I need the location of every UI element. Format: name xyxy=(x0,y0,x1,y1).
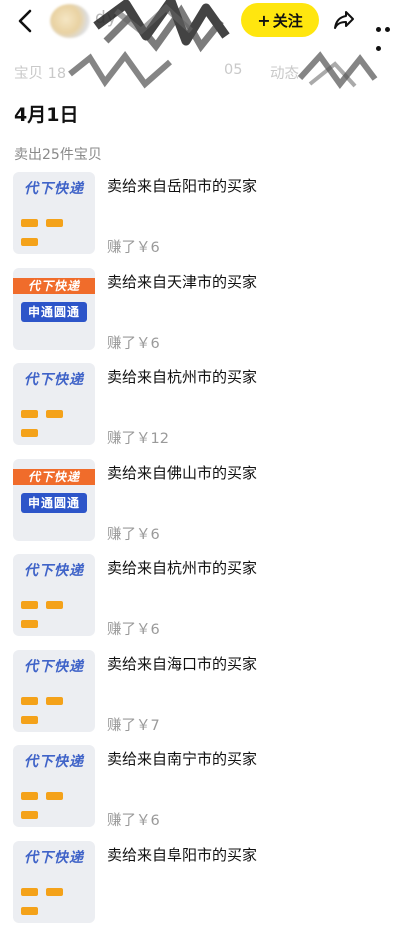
plus-icon: + xyxy=(257,11,270,30)
item-earned: 赚了￥7 xyxy=(107,714,160,735)
thumbnail-title: 代下快递 xyxy=(13,847,95,867)
item-title: 卖给来自南宁市的买家 xyxy=(107,748,257,769)
item-thumbnail[interactable]: 代下快递 xyxy=(13,841,95,923)
item-earned: 赚了￥6 xyxy=(107,523,160,544)
follow-button[interactable]: + 关注 xyxy=(241,3,319,37)
item-thumbnail[interactable]: 代下快递 xyxy=(13,172,95,254)
thumbnail-title: 代下快递 xyxy=(13,751,95,771)
follow-label: 关注 xyxy=(273,10,303,31)
thumbnail-title: 代下快递 xyxy=(13,178,95,198)
item-thumbnail[interactable]: 代下快递 申通圆通 xyxy=(13,459,95,541)
list-item[interactable]: 代下快递 卖给来自阜阳市的买家 xyxy=(0,837,418,932)
item-thumbnail[interactable]: 代下快递 xyxy=(13,650,95,732)
thumbnail-title: 代下快递 xyxy=(13,560,95,580)
sold-items-list: 代下快递 卖给来自岳阳市的买家 赚了￥6 代下快递 申通圆通 卖给来自天津市的买… xyxy=(0,168,418,932)
item-title: 卖给来自岳阳市的买家 xyxy=(107,175,257,196)
item-earned: 赚了￥6 xyxy=(107,618,160,639)
list-item[interactable]: 代下快递 卖给来自岳阳市的买家 赚了￥6 xyxy=(0,168,418,264)
item-title: 卖给来自佛山市的买家 xyxy=(107,462,257,483)
item-earned: 赚了￥6 xyxy=(107,236,160,257)
item-title: 卖给来自杭州市的买家 xyxy=(107,557,257,578)
item-thumbnail[interactable]: 代下快递 申通圆通 xyxy=(13,268,95,350)
thumbnail-band: 代下快递 xyxy=(13,469,95,485)
share-icon[interactable] xyxy=(332,8,356,32)
item-thumbnail[interactable]: 代下快递 xyxy=(13,363,95,445)
sold-summary: 卖出25件宝贝 xyxy=(14,144,102,164)
item-thumbnail[interactable]: 代下快递 xyxy=(13,745,95,827)
item-earned: 赚了￥12 xyxy=(107,427,169,448)
item-title: 卖给来自杭州市的买家 xyxy=(107,366,257,387)
top-bar: dy + 关注 xyxy=(0,0,418,44)
list-item[interactable]: 代下快递 申通圆通 卖给来自天津市的买家 赚了￥6 xyxy=(0,264,418,360)
item-title: 卖给来自天津市的买家 xyxy=(107,271,257,292)
avatar[interactable] xyxy=(50,4,90,38)
list-item[interactable]: 代下快递 卖给来自杭州市的买家 赚了￥6 xyxy=(0,550,418,646)
stat-items[interactable]: 宝贝 18 xyxy=(14,62,66,83)
more-icon[interactable] xyxy=(376,17,402,25)
thumbnail-title: 代下快递 xyxy=(13,369,95,389)
thumbnail-title: 代下快递 xyxy=(13,656,95,676)
item-earned: 赚了￥6 xyxy=(107,809,160,830)
thumbnail-band: 代下快递 xyxy=(13,278,95,294)
item-earned: 赚了￥6 xyxy=(107,332,160,353)
item-thumbnail[interactable]: 代下快递 xyxy=(13,554,95,636)
thumbnail-box: 申通圆通 xyxy=(21,302,87,322)
list-item[interactable]: 代下快递 卖给来自南宁市的买家 赚了￥6 xyxy=(0,741,418,837)
list-item[interactable]: 代下快递 申通圆通 卖给来自佛山市的买家 赚了￥6 xyxy=(0,455,418,551)
back-arrow-icon[interactable] xyxy=(12,6,40,36)
date-heading: 4月1日 xyxy=(14,100,78,127)
thumbnail-box: 申通圆通 xyxy=(21,493,87,513)
list-item[interactable]: 代下快递 卖给来自杭州市的买家 赚了￥12 xyxy=(0,359,418,455)
item-title: 卖给来自海口市的买家 xyxy=(107,653,257,674)
item-title: 卖给来自阜阳市的买家 xyxy=(107,844,257,865)
list-item[interactable]: 代下快递 卖给来自海口市的买家 赚了￥7 xyxy=(0,646,418,742)
redaction-scribble xyxy=(60,44,380,104)
